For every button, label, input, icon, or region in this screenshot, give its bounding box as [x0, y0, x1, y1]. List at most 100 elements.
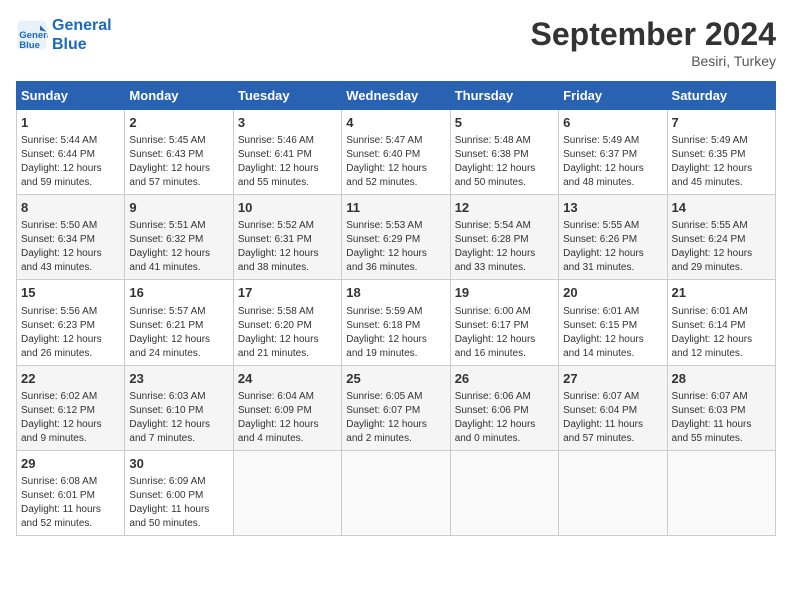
- day-number: 11: [346, 199, 445, 217]
- day-number: 20: [563, 284, 662, 302]
- day-info: Sunrise: 5:59 AM Sunset: 6:18 PM Dayligh…: [346, 305, 445, 361]
- calendar-day-cell: 29 Sunrise: 6:08 AM Sunset: 6:01 PM Dayli…: [17, 450, 125, 535]
- day-number: 30: [129, 455, 228, 473]
- logo: General Blue General Blue: [16, 16, 112, 54]
- day-number: 28: [672, 370, 771, 388]
- calendar-day-cell: 28 Sunrise: 6:07 AM Sunset: 6:03 PM Dayli…: [667, 365, 775, 450]
- calendar-week-row: 8 Sunrise: 5:50 AM Sunset: 6:34 PM Daylig…: [17, 195, 776, 280]
- calendar-day-cell: [559, 450, 667, 535]
- day-info: Sunrise: 6:01 AM Sunset: 6:15 PM Dayligh…: [563, 305, 662, 361]
- calendar-day-cell: 30 Sunrise: 6:09 AM Sunset: 6:00 PM Dayli…: [125, 450, 233, 535]
- day-number: 5: [455, 114, 554, 132]
- calendar-day-cell: 9 Sunrise: 5:51 AM Sunset: 6:32 PM Daylig…: [125, 195, 233, 280]
- calendar-day-cell: 6 Sunrise: 5:49 AM Sunset: 6:37 PM Daylig…: [559, 110, 667, 195]
- day-number: 8: [21, 199, 120, 217]
- calendar-day-cell: 25 Sunrise: 6:05 AM Sunset: 6:07 PM Dayli…: [342, 365, 450, 450]
- calendar-day-cell: 20 Sunrise: 6:01 AM Sunset: 6:15 PM Dayli…: [559, 280, 667, 365]
- day-info: Sunrise: 5:49 AM Sunset: 6:37 PM Dayligh…: [563, 134, 662, 190]
- day-of-week-header: Tuesday: [233, 82, 341, 110]
- day-number: 6: [563, 114, 662, 132]
- day-number: 18: [346, 284, 445, 302]
- day-number: 12: [455, 199, 554, 217]
- calendar-day-cell: 11 Sunrise: 5:53 AM Sunset: 6:29 PM Dayli…: [342, 195, 450, 280]
- day-info: Sunrise: 6:08 AM Sunset: 6:01 PM Dayligh…: [21, 475, 120, 531]
- day-info: Sunrise: 5:54 AM Sunset: 6:28 PM Dayligh…: [455, 219, 554, 275]
- day-of-week-header: Saturday: [667, 82, 775, 110]
- calendar-day-cell: 7Sunrise: 5:49 AM Sunset: 6:35 PM Daylig…: [667, 110, 775, 195]
- day-info: Sunrise: 6:07 AM Sunset: 6:03 PM Dayligh…: [672, 390, 771, 446]
- day-info: Sunrise: 5:45 AM Sunset: 6:43 PM Dayligh…: [129, 134, 228, 190]
- calendar-day-cell: 21 Sunrise: 6:01 AM Sunset: 6:14 PM Dayli…: [667, 280, 775, 365]
- calendar-week-row: 15 Sunrise: 5:56 AM Sunset: 6:23 PM Dayli…: [17, 280, 776, 365]
- day-info: Sunrise: 6:06 AM Sunset: 6:06 PM Dayligh…: [455, 390, 554, 446]
- day-of-week-header: Thursday: [450, 82, 558, 110]
- calendar-day-cell: 3 Sunrise: 5:46 AM Sunset: 6:41 PM Daylig…: [233, 110, 341, 195]
- day-number: 27: [563, 370, 662, 388]
- calendar-day-cell: 22 Sunrise: 6:02 AM Sunset: 6:12 PM Dayli…: [17, 365, 125, 450]
- day-of-week-header: Sunday: [17, 82, 125, 110]
- calendar-day-cell: 12 Sunrise: 5:54 AM Sunset: 6:28 PM Dayli…: [450, 195, 558, 280]
- calendar-day-cell: 2 Sunrise: 5:45 AM Sunset: 6:43 PM Daylig…: [125, 110, 233, 195]
- calendar-day-cell: 8 Sunrise: 5:50 AM Sunset: 6:34 PM Daylig…: [17, 195, 125, 280]
- calendar-day-cell: 27 Sunrise: 6:07 AM Sunset: 6:04 PM Dayli…: [559, 365, 667, 450]
- day-info: Sunrise: 6:07 AM Sunset: 6:04 PM Dayligh…: [563, 390, 662, 446]
- day-info: Sunrise: 6:03 AM Sunset: 6:10 PM Dayligh…: [129, 390, 228, 446]
- calendar-day-cell: 23 Sunrise: 6:03 AM Sunset: 6:10 PM Dayli…: [125, 365, 233, 450]
- day-number: 2: [129, 114, 228, 132]
- day-of-week-header: Friday: [559, 82, 667, 110]
- calendar-day-cell: 5 Sunrise: 5:48 AM Sunset: 6:38 PM Daylig…: [450, 110, 558, 195]
- calendar-day-cell: 15 Sunrise: 5:56 AM Sunset: 6:23 PM Dayli…: [17, 280, 125, 365]
- day-info: Sunrise: 5:51 AM Sunset: 6:32 PM Dayligh…: [129, 219, 228, 275]
- day-info: Sunrise: 6:05 AM Sunset: 6:07 PM Dayligh…: [346, 390, 445, 446]
- day-info: Sunrise: 5:49 AM Sunset: 6:35 PM Dayligh…: [672, 134, 771, 190]
- day-number: 22: [21, 370, 120, 388]
- day-number: 19: [455, 284, 554, 302]
- day-number: 10: [238, 199, 337, 217]
- calendar-day-cell: 24 Sunrise: 6:04 AM Sunset: 6:09 PM Dayli…: [233, 365, 341, 450]
- calendar-week-row: 22 Sunrise: 6:02 AM Sunset: 6:12 PM Dayli…: [17, 365, 776, 450]
- calendar-week-row: 1Sunrise: 5:44 AM Sunset: 6:44 PM Daylig…: [17, 110, 776, 195]
- day-number: 4: [346, 114, 445, 132]
- month-title: September 2024: [531, 16, 776, 53]
- calendar-week-row: 29 Sunrise: 6:08 AM Sunset: 6:01 PM Dayli…: [17, 450, 776, 535]
- day-info: Sunrise: 5:55 AM Sunset: 6:26 PM Dayligh…: [563, 219, 662, 275]
- day-info: Sunrise: 6:04 AM Sunset: 6:09 PM Dayligh…: [238, 390, 337, 446]
- calendar-day-cell: 26Sunrise: 6:06 AM Sunset: 6:06 PM Dayli…: [450, 365, 558, 450]
- day-info: Sunrise: 5:50 AM Sunset: 6:34 PM Dayligh…: [21, 219, 120, 275]
- days-header-row: SundayMondayTuesdayWednesdayThursdayFrid…: [17, 82, 776, 110]
- calendar-day-cell: [233, 450, 341, 535]
- svg-text:Blue: Blue: [19, 40, 40, 51]
- day-info: Sunrise: 5:56 AM Sunset: 6:23 PM Dayligh…: [21, 305, 120, 361]
- day-info: Sunrise: 5:55 AM Sunset: 6:24 PM Dayligh…: [672, 219, 771, 275]
- day-info: Sunrise: 6:01 AM Sunset: 6:14 PM Dayligh…: [672, 305, 771, 361]
- day-number: 16: [129, 284, 228, 302]
- day-info: Sunrise: 5:46 AM Sunset: 6:41 PM Dayligh…: [238, 134, 337, 190]
- day-of-week-header: Wednesday: [342, 82, 450, 110]
- logo-icon: General Blue: [16, 19, 48, 51]
- day-number: 29: [21, 455, 120, 473]
- day-number: 25: [346, 370, 445, 388]
- day-info: Sunrise: 5:48 AM Sunset: 6:38 PM Dayligh…: [455, 134, 554, 190]
- calendar-day-cell: 4Sunrise: 5:47 AM Sunset: 6:40 PM Daylig…: [342, 110, 450, 195]
- calendar-day-cell: 13Sunrise: 5:55 AM Sunset: 6:26 PM Dayli…: [559, 195, 667, 280]
- day-info: Sunrise: 5:53 AM Sunset: 6:29 PM Dayligh…: [346, 219, 445, 275]
- day-info: Sunrise: 6:09 AM Sunset: 6:00 PM Dayligh…: [129, 475, 228, 531]
- day-info: Sunrise: 5:44 AM Sunset: 6:44 PM Dayligh…: [21, 134, 120, 190]
- day-info: Sunrise: 5:58 AM Sunset: 6:20 PM Dayligh…: [238, 305, 337, 361]
- calendar-day-cell: [450, 450, 558, 535]
- day-of-week-header: Monday: [125, 82, 233, 110]
- day-number: 23: [129, 370, 228, 388]
- day-number: 9: [129, 199, 228, 217]
- day-number: 21: [672, 284, 771, 302]
- day-number: 3: [238, 114, 337, 132]
- day-info: Sunrise: 6:02 AM Sunset: 6:12 PM Dayligh…: [21, 390, 120, 446]
- day-number: 14: [672, 199, 771, 217]
- page-header: General Blue General Blue September 2024…: [16, 16, 776, 69]
- day-info: Sunrise: 5:52 AM Sunset: 6:31 PM Dayligh…: [238, 219, 337, 275]
- calendar-day-cell: 14 Sunrise: 5:55 AM Sunset: 6:24 PM Dayli…: [667, 195, 775, 280]
- day-number: 15: [21, 284, 120, 302]
- calendar-day-cell: [667, 450, 775, 535]
- day-number: 24: [238, 370, 337, 388]
- day-info: Sunrise: 5:57 AM Sunset: 6:21 PM Dayligh…: [129, 305, 228, 361]
- calendar-day-cell: 18 Sunrise: 5:59 AM Sunset: 6:18 PM Dayli…: [342, 280, 450, 365]
